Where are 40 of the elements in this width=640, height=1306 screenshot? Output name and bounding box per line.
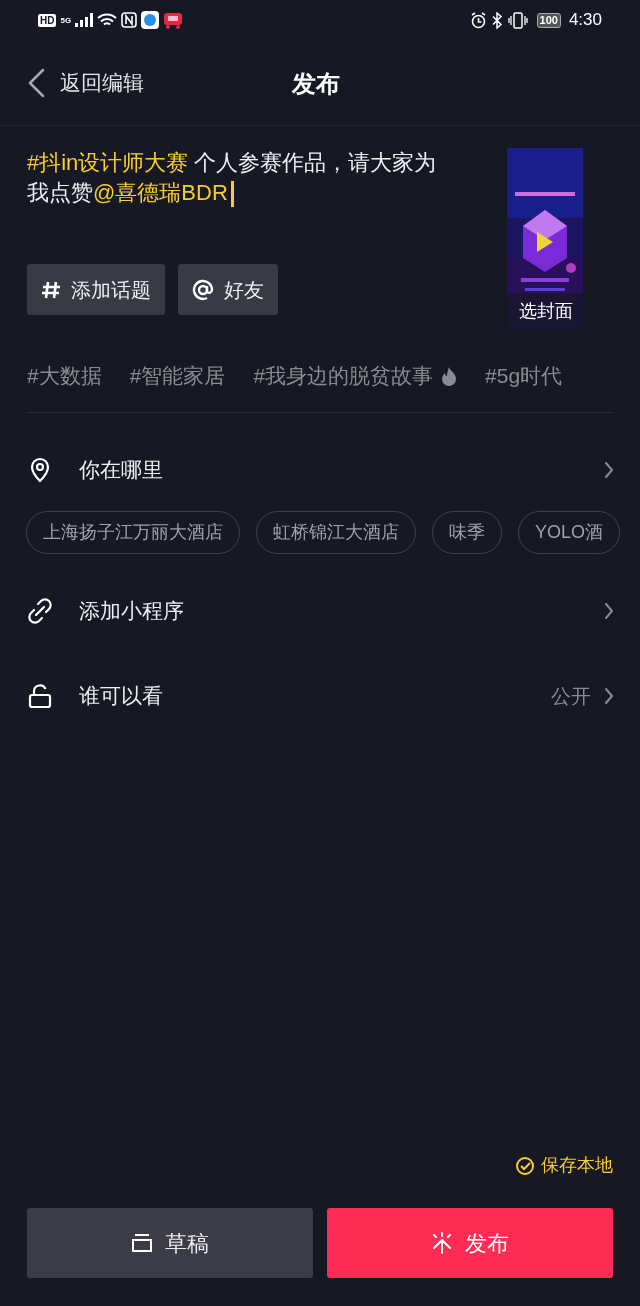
shop-app-icon	[163, 11, 184, 29]
link-icon	[27, 598, 53, 624]
drawer-icon	[131, 1232, 153, 1254]
chevron-right-icon	[603, 602, 615, 620]
hashtag-icon	[41, 279, 61, 300]
flame-icon	[441, 366, 458, 386]
caption-text[interactable]: #抖in设计师大赛 个人参赛作品，请大家为我点赞@喜德瑞BDR	[27, 148, 439, 262]
topic-suggestion[interactable]: #大数据	[27, 360, 102, 392]
location-row[interactable]: 你在哪里	[0, 445, 640, 495]
back-icon	[26, 67, 46, 98]
vibrate-icon	[507, 11, 528, 29]
page-title: 发布	[292, 69, 340, 99]
topic-suggestion[interactable]: #智能家居	[129, 360, 226, 392]
bluetooth-icon	[491, 11, 503, 29]
network-label: 5G	[60, 15, 72, 27]
at-icon	[192, 278, 214, 301]
visibility-row[interactable]: 谁可以看 公开	[0, 671, 640, 721]
check-circle-icon	[515, 1155, 535, 1176]
battery-indicator: 100	[536, 12, 561, 28]
unlock-icon	[27, 683, 53, 709]
sparkle-icon	[431, 1232, 453, 1254]
alarm-icon	[469, 11, 487, 29]
text-cursor	[230, 181, 234, 208]
hd-badge: HD	[38, 13, 57, 27]
back-button[interactable]: 返回编辑	[26, 66, 144, 99]
status-time: 4:30	[568, 9, 602, 32]
add-topic-button[interactable]: 添加话题	[27, 264, 165, 315]
draft-button[interactable]: 草稿	[27, 1208, 313, 1278]
signal-icon	[75, 13, 94, 27]
chevron-right-icon	[603, 687, 615, 705]
mention-friend-button[interactable]: 好友	[178, 264, 278, 315]
wifi-icon	[97, 12, 118, 28]
chevron-right-icon	[603, 461, 615, 479]
topic-suggestion[interactable]: #我身边的脱贫故事	[253, 360, 458, 392]
publish-button[interactable]: 发布	[327, 1208, 613, 1278]
mini-program-row[interactable]: 添加小程序	[0, 586, 640, 636]
nfc-icon	[121, 12, 138, 28]
save-local-toggle[interactable]: 保存本地	[515, 1152, 613, 1179]
app-icon	[141, 11, 160, 29]
topic-suggestion[interactable]: #5g时代	[485, 360, 563, 392]
